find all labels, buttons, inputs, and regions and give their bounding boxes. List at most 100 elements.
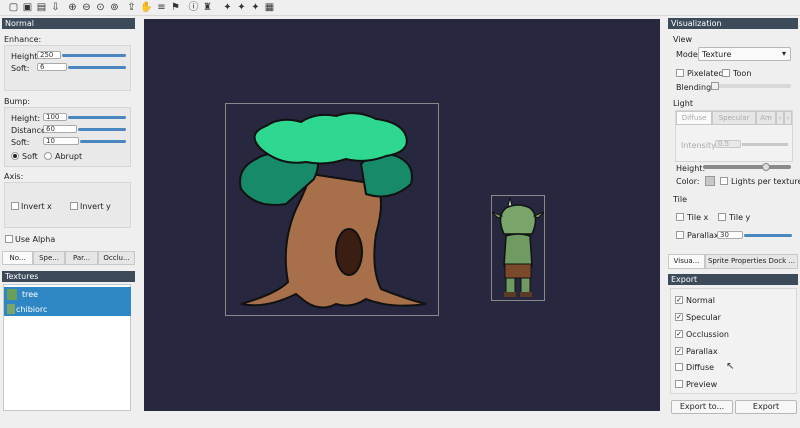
tab-scroll-right[interactable]: ›: [784, 111, 792, 125]
tile-y-checkbox[interactable]: [718, 213, 726, 221]
bump-soft-spinbox[interactable]: 10: [43, 137, 79, 145]
export-preview-label: Preview: [686, 380, 718, 389]
parallax-slider[interactable]: [744, 234, 792, 237]
mode-select[interactable]: Texture ▾: [698, 47, 791, 61]
intensity-label: Intensity:: [681, 141, 718, 150]
shirt-icon[interactable]: ♜: [202, 2, 213, 13]
hand-icon[interactable]: ✋: [140, 2, 152, 13]
enhance-height-slider[interactable]: [62, 54, 126, 57]
chevron-down-icon: ▾: [781, 49, 786, 58]
share-icon[interactable]: ⇪: [126, 2, 137, 13]
chibiorc-sprite[interactable]: [491, 195, 545, 301]
export-button[interactable]: Export: [735, 400, 797, 414]
radio-abrupt[interactable]: [44, 152, 52, 160]
tab-ambient[interactable]: Am: [756, 111, 776, 125]
blending-slider-handle[interactable]: [711, 82, 719, 90]
viewport-canvas[interactable]: [144, 19, 660, 411]
toon-checkbox[interactable]: [722, 69, 730, 77]
bump-height-label: Height:: [11, 114, 41, 123]
puzzle-gear-icon[interactable]: ✦: [250, 2, 261, 13]
zoom-reset-icon[interactable]: ⊙: [95, 2, 106, 13]
visualization-dock-title: Visualization: [668, 18, 798, 29]
export-diffuse-checkbox[interactable]: [675, 363, 683, 371]
texture-item-chibiorc[interactable]: chibiorc: [4, 302, 131, 316]
texture-item-tree[interactable]: tree: [4, 287, 131, 302]
puzzle-icon[interactable]: ✦: [222, 2, 233, 13]
export-to-button[interactable]: Export to...: [671, 400, 733, 414]
radio-soft[interactable]: [11, 152, 19, 160]
tab-scroll-left[interactable]: ‹: [776, 111, 784, 125]
light-label: Light: [673, 99, 693, 108]
zoom-in-icon[interactable]: ⊕: [67, 2, 78, 13]
export-normal-label: Normal: [686, 296, 715, 305]
blending-label: Blending:: [676, 83, 714, 92]
tree-illustration: [239, 112, 427, 309]
flag-icon[interactable]: ⚑: [170, 2, 181, 13]
parallax-checkbox[interactable]: [676, 231, 684, 239]
tab-specular[interactable]: Spe...: [33, 251, 65, 265]
zoom-out-icon[interactable]: ⊖: [81, 2, 92, 13]
info-icon[interactable]: ⓘ: [188, 2, 199, 13]
enhance-height-spinbox[interactable]: 250: [37, 51, 61, 59]
bump-distance-slider[interactable]: [78, 128, 126, 131]
export-parallax-checkbox[interactable]: ✓: [675, 347, 683, 355]
texture-item-label: chibiorc: [16, 305, 48, 314]
tab-normal[interactable]: No...: [2, 251, 33, 265]
tile-label: Tile: [673, 195, 688, 204]
tab-parallax[interactable]: Par...: [65, 251, 98, 265]
tab-visualization[interactable]: Visua...: [668, 254, 705, 269]
parallax-spinbox[interactable]: 30: [717, 231, 743, 239]
bump-height-slider[interactable]: [68, 116, 126, 119]
bump-distance-spinbox[interactable]: 60: [43, 125, 77, 133]
export-icon[interactable]: ⇩: [50, 2, 61, 13]
puzzle-alt-icon[interactable]: ✦: [236, 2, 247, 13]
orc-thumb-icon: [7, 304, 15, 314]
enhance-soft-spinbox[interactable]: 6: [37, 63, 67, 71]
axis-label: Axis:: [4, 172, 24, 181]
lights-per-texture-checkbox[interactable]: [720, 177, 728, 185]
tab-specular-light[interactable]: Specular: [712, 111, 756, 125]
invert-y-checkbox[interactable]: [70, 202, 78, 210]
sliders-icon[interactable]: ≡: [156, 2, 167, 13]
invert-x-checkbox[interactable]: [11, 202, 19, 210]
texture-item-label: tree: [22, 290, 39, 299]
mode-select-value: Texture: [702, 50, 732, 59]
export-specular-checkbox[interactable]: ✓: [675, 313, 683, 321]
export-diffuse-label: Diffuse: [686, 363, 715, 372]
enhance-soft-label: Soft:: [11, 64, 30, 73]
export-occlusion-checkbox[interactable]: ✓: [675, 330, 683, 338]
tab-sprite-properties[interactable]: Sprite Properties Dock ...: [705, 254, 798, 269]
tree-sprite[interactable]: [225, 103, 439, 316]
bump-soft-slider[interactable]: [80, 140, 126, 143]
intensity-slider[interactable]: [742, 143, 788, 146]
mode-label: Mode:: [676, 50, 701, 59]
blending-slider[interactable]: [711, 84, 791, 88]
zoom-fit-icon[interactable]: ⊚: [109, 2, 120, 13]
view-label: View: [673, 35, 692, 44]
new-file-icon[interactable]: ▢: [8, 2, 19, 13]
export-parallax-label: Parallax: [686, 347, 718, 356]
export-preview-checkbox[interactable]: [675, 380, 683, 388]
export-specular-label: Specular: [686, 313, 721, 322]
tab-diffuse[interactable]: Diffuse: [676, 111, 712, 125]
tree-thumb-icon: [7, 289, 17, 300]
parallax-label: Parallax: [687, 231, 719, 240]
pixelated-checkbox[interactable]: [676, 69, 684, 77]
export-normal-checkbox[interactable]: ✓: [675, 296, 683, 304]
tab-occlusion[interactable]: Occlu...: [98, 251, 135, 265]
save-as-icon[interactable]: ▤: [36, 2, 47, 13]
export-occlusion-label: Occlussion: [686, 330, 729, 339]
light-height-slider[interactable]: [703, 165, 791, 169]
enhance-soft-slider[interactable]: [68, 66, 126, 69]
use-alpha-checkbox[interactable]: [5, 235, 13, 243]
bump-height-spinbox[interactable]: 100: [43, 113, 67, 121]
light-height-handle[interactable]: [762, 163, 770, 171]
invert-x-label: Invert x: [21, 202, 52, 211]
intensity-spinbox[interactable]: 0.5: [715, 140, 741, 148]
use-alpha-label: Use Alpha: [15, 235, 56, 244]
export-dock-title: Export: [668, 274, 798, 285]
save-icon[interactable]: ▣: [22, 2, 33, 13]
color-swatch[interactable]: [705, 176, 715, 186]
grid-icon[interactable]: ▦: [264, 2, 275, 13]
tile-x-checkbox[interactable]: [676, 213, 684, 221]
